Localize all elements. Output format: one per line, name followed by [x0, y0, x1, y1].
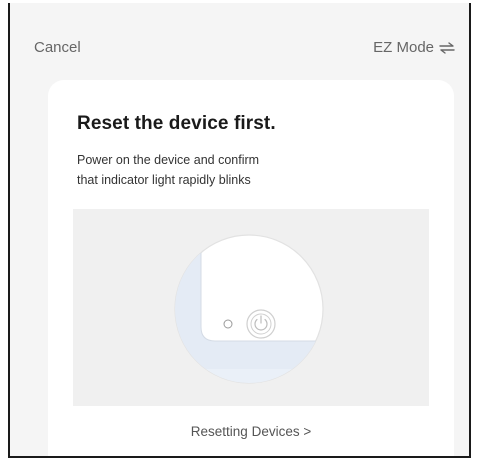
- reset-instructions-card: Reset the device first. Power on the dev…: [48, 80, 454, 456]
- device-illustration: [73, 209, 429, 406]
- ez-mode-switch[interactable]: EZ Mode: [373, 39, 455, 56]
- indicator-light-icon: [223, 319, 233, 329]
- app-screen: Cancel EZ Mode Reset the device first. P…: [8, 0, 471, 458]
- instructions-line-1: Power on the device and confirm: [77, 153, 260, 167]
- top-bar: Cancel EZ Mode: [10, 0, 469, 80]
- page-title: Reset the device first.: [77, 113, 276, 134]
- power-button-icon: [246, 309, 276, 339]
- frame-top-cover: [8, 0, 471, 3]
- device-power-button-illustration: [174, 234, 324, 384]
- instructions-text: Power on the device and confirm that ind…: [77, 150, 377, 190]
- cancel-button[interactable]: Cancel: [34, 39, 81, 56]
- ez-mode-label: EZ Mode: [373, 39, 434, 56]
- resetting-devices-link[interactable]: Resetting Devices >: [48, 424, 454, 439]
- swap-arrows-icon: [439, 41, 455, 54]
- instructions-line-2: that indicator light rapidly blinks: [77, 173, 251, 187]
